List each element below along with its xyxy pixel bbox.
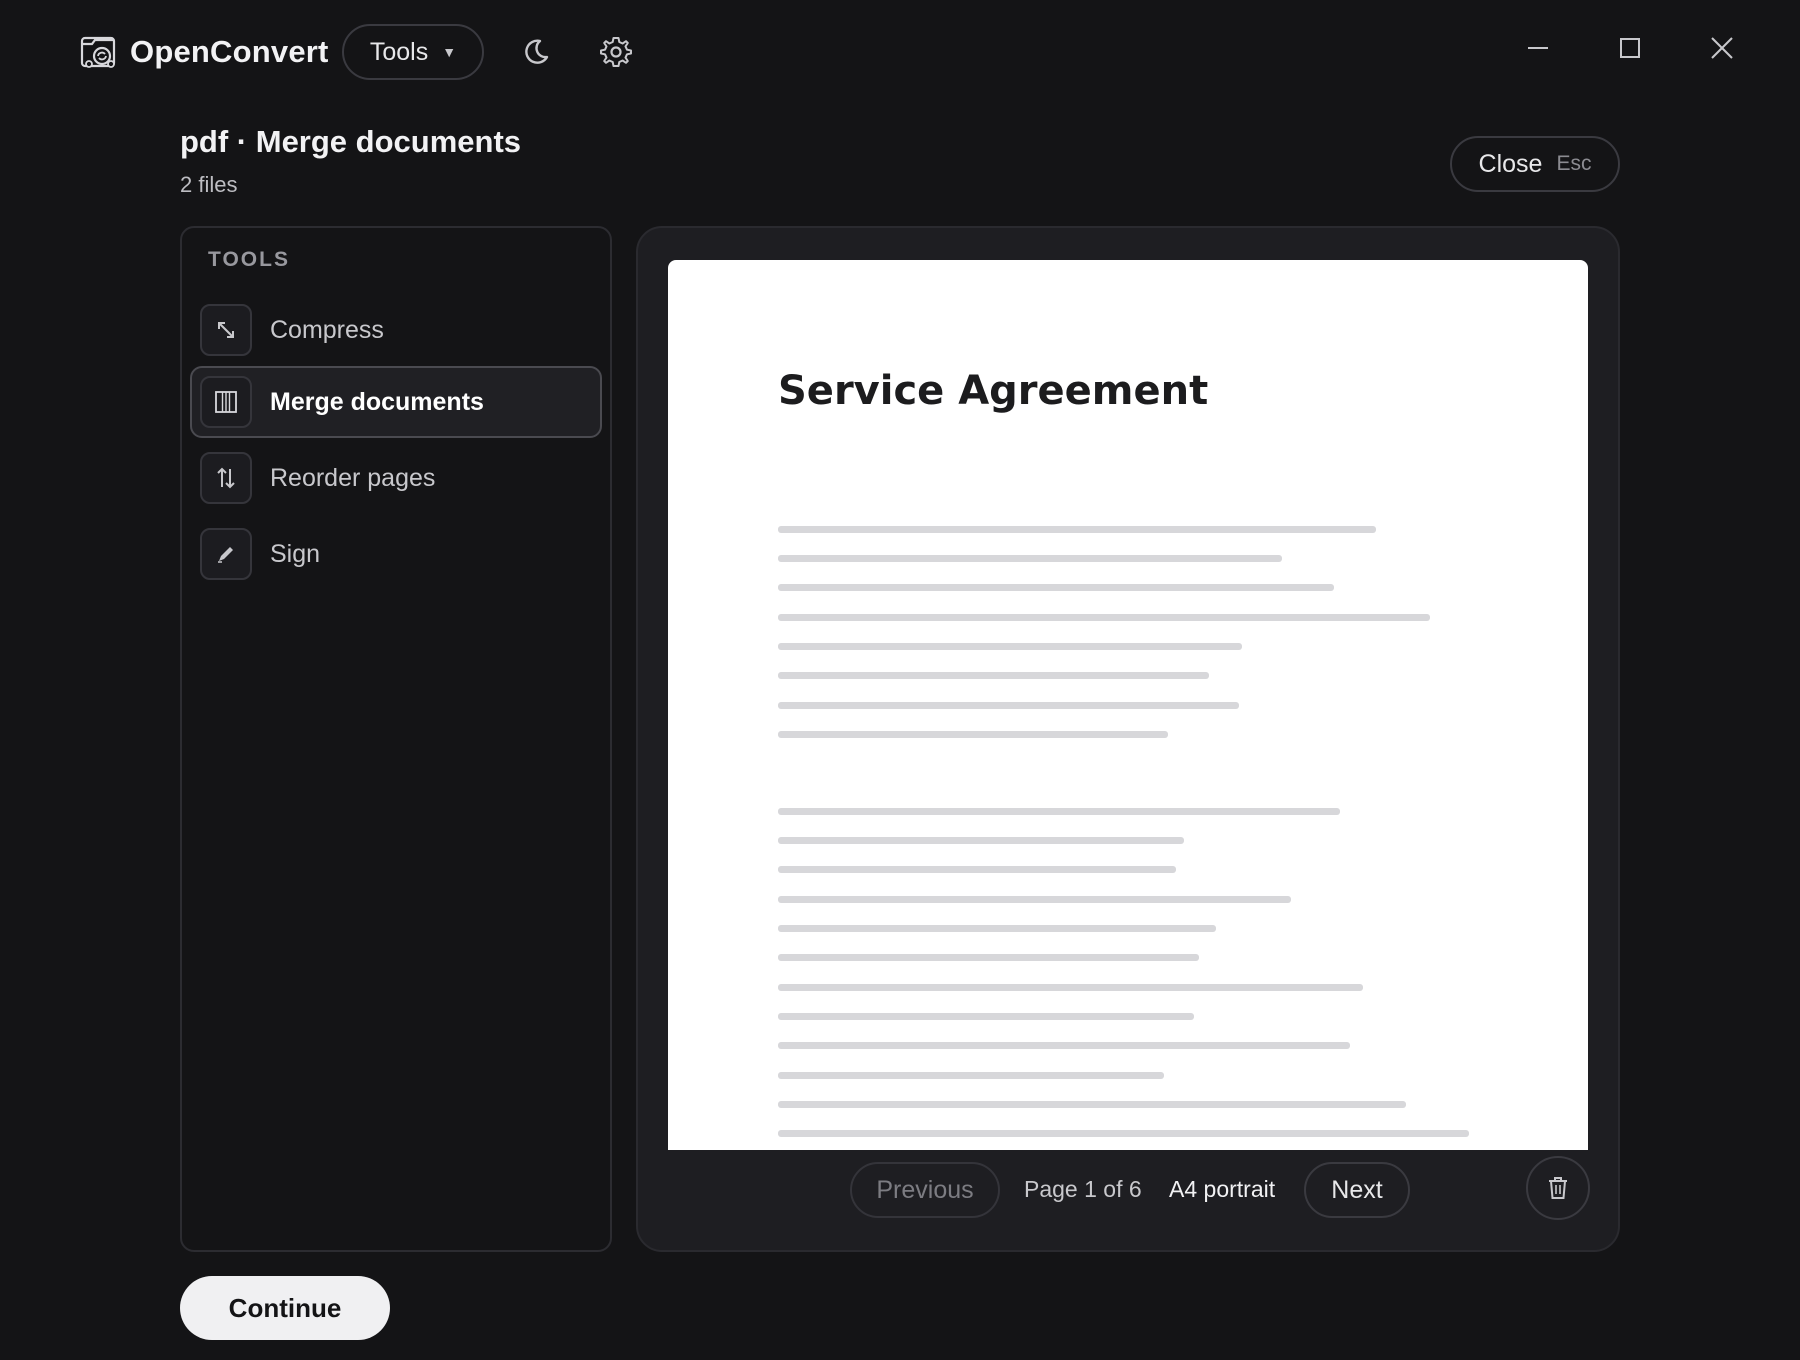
title-bar: OpenConvert Tools ▼	[0, 0, 1800, 104]
minimize-icon	[1528, 47, 1548, 49]
delete-button[interactable]	[1526, 1156, 1590, 1220]
text-line-placeholder	[778, 526, 1376, 533]
minimize-button[interactable]	[1518, 28, 1558, 68]
close-icon	[1711, 37, 1733, 59]
moon-icon	[525, 39, 549, 64]
text-line-placeholder	[778, 837, 1184, 844]
tools-menu-label: Tools	[369, 37, 429, 66]
tool-item-sign[interactable]: Sign	[190, 518, 602, 590]
text-line-placeholder	[778, 866, 1176, 873]
caret-down-icon: ▼	[442, 44, 457, 60]
page-title: pdf · Merge documents	[180, 124, 522, 159]
text-line-placeholder	[778, 1072, 1164, 1079]
maximize-icon	[1620, 38, 1640, 58]
tool-item-reorder-pages[interactable]: Reorder pages	[190, 442, 602, 514]
trash-icon	[1549, 1177, 1567, 1199]
pen-icon	[200, 528, 252, 580]
close-button[interactable]: Close Esc	[1450, 136, 1620, 192]
tool-item-label: Compress	[270, 315, 384, 344]
text-line-placeholder	[778, 954, 1199, 961]
text-line-placeholder	[778, 672, 1209, 679]
text-line-placeholder	[778, 1101, 1406, 1108]
text-line-placeholder	[778, 731, 1168, 738]
page-navigation: Previous Page 1 of 6 A4 portrait Next	[638, 1156, 1618, 1220]
close-button-label: Close	[1478, 149, 1543, 178]
maximize-button[interactable]	[1610, 28, 1650, 68]
text-line-placeholder	[778, 643, 1242, 650]
tools-menu-button[interactable]: Tools ▼	[342, 24, 484, 80]
text-line-placeholder	[778, 584, 1334, 591]
previous-page-button[interactable]: Previous	[850, 1162, 1000, 1218]
document-page-preview[interactable]: Service Agreement	[668, 260, 1588, 1150]
tool-item-label: Reorder pages	[270, 463, 436, 492]
tool-item-merge-documents[interactable]: Merge documents	[190, 366, 602, 438]
file-count: 2 files	[180, 172, 238, 197]
continue-button[interactable]: Continue	[180, 1276, 390, 1340]
text-line-placeholder	[778, 555, 1282, 562]
text-line-placeholder	[778, 984, 1363, 991]
text-line-placeholder	[778, 1130, 1469, 1137]
theme-toggle-button[interactable]	[514, 30, 558, 74]
text-line-placeholder	[778, 702, 1239, 709]
brand: OpenConvert	[80, 30, 329, 74]
text-line-placeholder	[778, 808, 1340, 815]
sidebar-heading: TOOLS	[208, 248, 290, 271]
text-line-placeholder	[778, 1013, 1194, 1020]
document-title: Service Agreement	[778, 368, 1209, 414]
tool-item-label: Merge documents	[270, 387, 484, 416]
openconvert-logo-icon	[80, 36, 116, 68]
page-size-label: A4 portrait	[1169, 1176, 1276, 1202]
app-name: OpenConvert	[130, 34, 329, 69]
text-line-placeholder	[778, 614, 1430, 621]
text-line-placeholder	[778, 925, 1216, 932]
tools-sidebar: TOOLS Compress Merge documents Reorder p…	[180, 226, 612, 1252]
settings-button[interactable]	[594, 30, 638, 74]
text-line-placeholder	[778, 896, 1291, 903]
tool-item-label: Sign	[270, 539, 321, 568]
app-window: OpenConvert Tools ▼ pdf · Merge document…	[0, 0, 1800, 1360]
close-shortcut-hint: Esc	[1556, 152, 1592, 175]
text-line-placeholder	[778, 1042, 1350, 1049]
document-preview-panel: Service Agreement Previous Page 1 of 6 A…	[636, 226, 1620, 1252]
close-window-button[interactable]	[1702, 28, 1742, 68]
compress-icon	[200, 304, 252, 356]
merge-columns-icon	[200, 376, 252, 428]
gear-icon	[600, 37, 632, 67]
reorder-arrows-icon	[200, 452, 252, 504]
next-page-button[interactable]: Next	[1304, 1162, 1410, 1218]
page-indicator: Page 1 of 6	[1024, 1176, 1142, 1202]
tool-item-compress[interactable]: Compress	[190, 294, 602, 366]
